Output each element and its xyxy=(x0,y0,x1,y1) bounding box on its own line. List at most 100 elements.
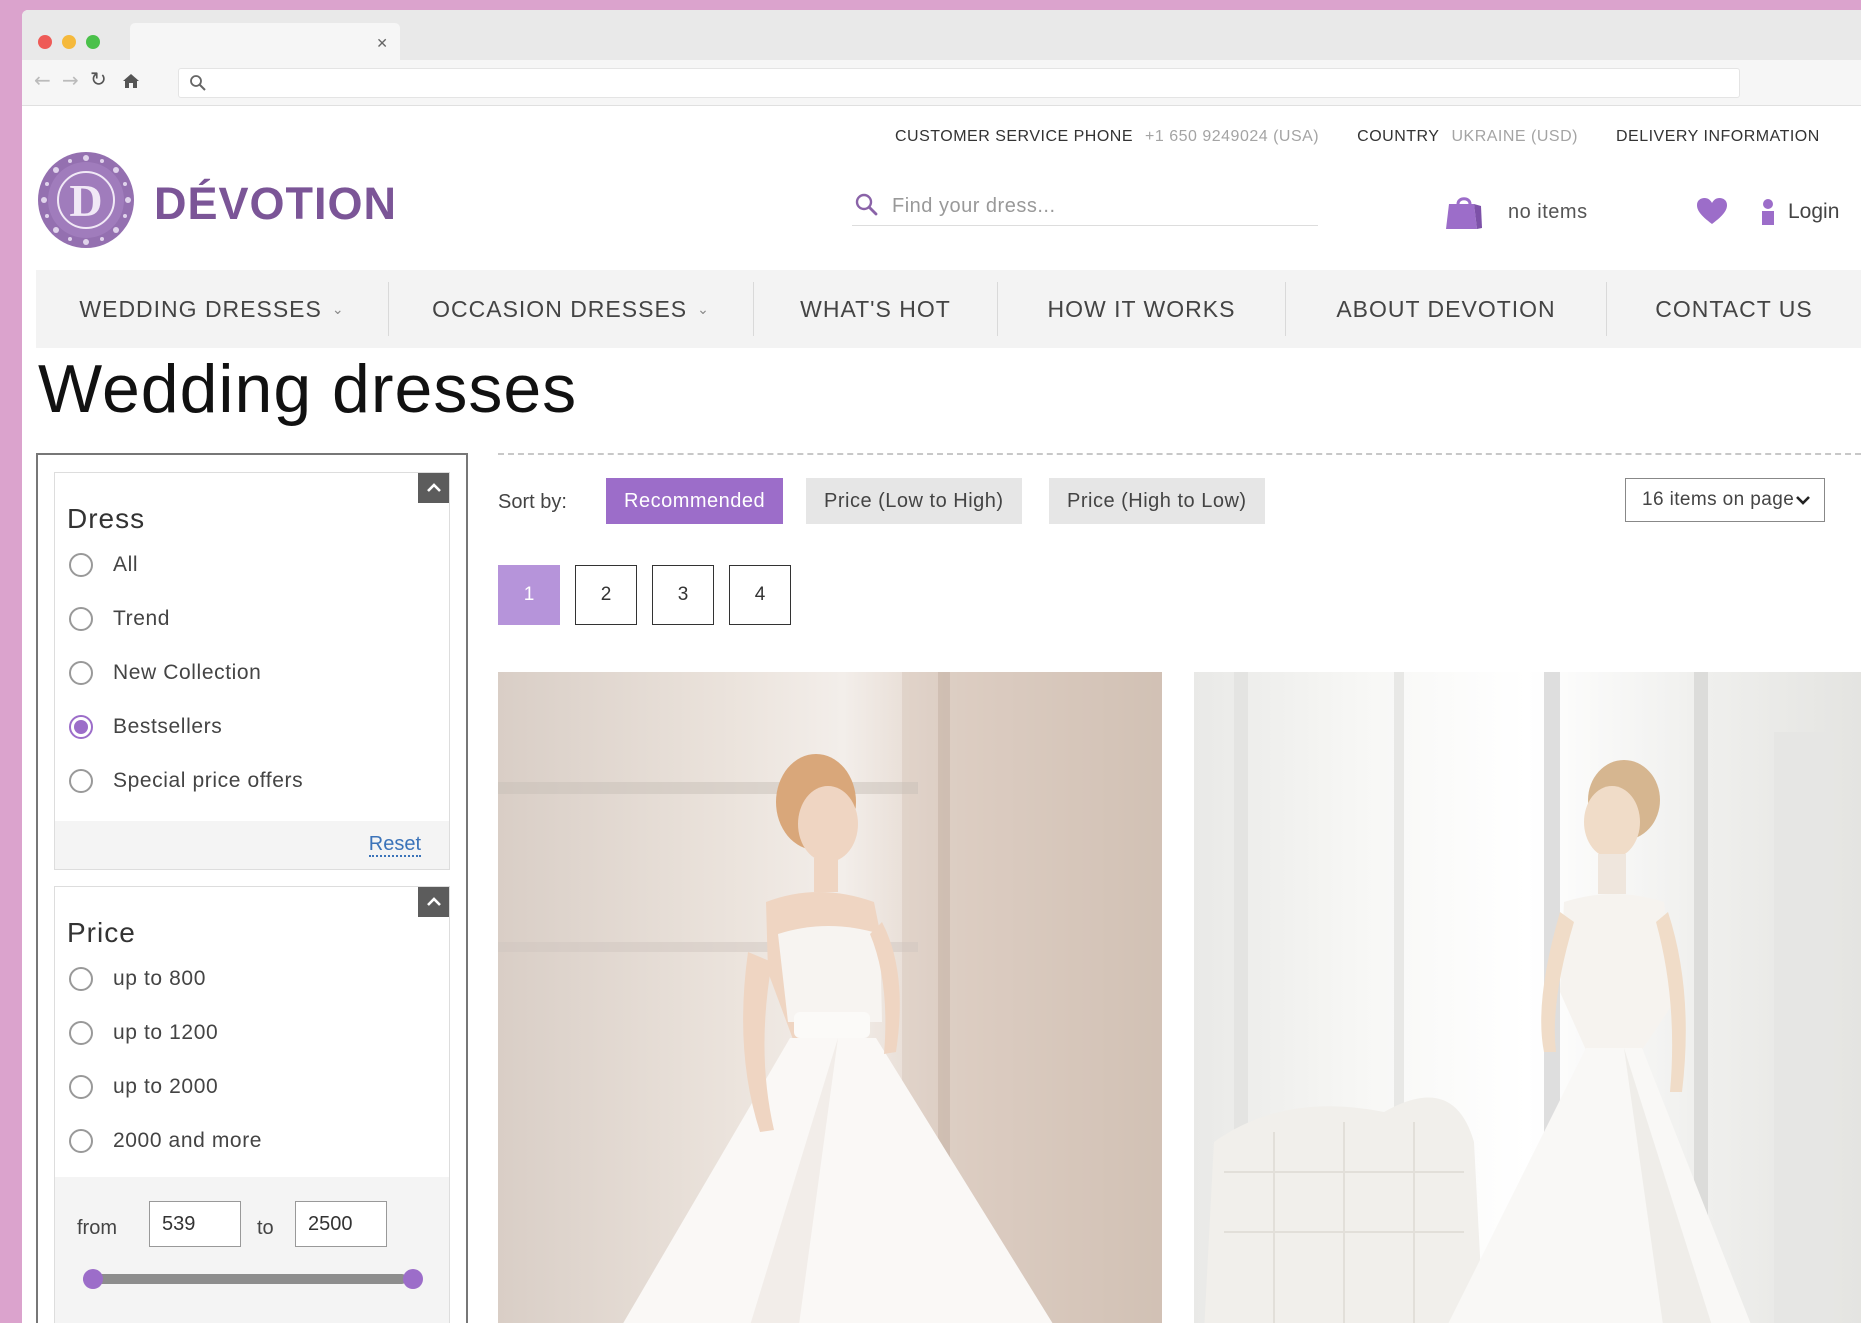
dress-filter: Dress All Trend New Collection Bestselle… xyxy=(54,472,450,870)
collapse-dress-button[interactable] xyxy=(418,473,449,503)
shopping-bag-icon xyxy=(1446,197,1482,229)
from-label: from xyxy=(77,1217,117,1239)
cart[interactable]: no items xyxy=(1444,190,1588,234)
home-icon[interactable] xyxy=(122,72,140,93)
product-image xyxy=(1204,672,1834,1323)
nav-whats-hot[interactable]: WHAT'S HOT xyxy=(754,270,997,348)
devotion-logo[interactable]: D xyxy=(34,148,138,252)
radio-button-selected[interactable] xyxy=(69,715,93,739)
heart-icon[interactable] xyxy=(1696,197,1728,225)
maximize-window-button[interactable] xyxy=(86,35,100,49)
page-button[interactable]: 4 xyxy=(729,565,791,625)
sort-label: Sort by: xyxy=(498,491,567,513)
option-label: 2000 and more xyxy=(113,1129,263,1152)
phone-label: CUSTOMER SERVICE PHONE xyxy=(895,128,1134,145)
browser-titlebar: ✕ xyxy=(22,10,1861,60)
address-bar[interactable] xyxy=(178,68,1740,98)
price-option-800[interactable]: up to 800 xyxy=(69,967,206,991)
login-link[interactable]: Login xyxy=(1760,198,1839,226)
items-per-page-value: 16 items on page xyxy=(1642,489,1795,510)
phone-value[interactable]: +1 650 9249024 (USA) xyxy=(1145,128,1319,145)
minimize-window-button[interactable] xyxy=(62,35,76,49)
nav-label: HOW IT WORKS xyxy=(1047,295,1236,322)
items-per-page-select[interactable]: 16 items on page xyxy=(1625,478,1825,522)
nav-contact-us[interactable]: CONTACT US xyxy=(1607,270,1861,348)
price-option-2000-more[interactable]: 2000 and more xyxy=(69,1129,262,1153)
sort-price-low-high-button[interactable]: Price (Low to High) xyxy=(806,478,1022,524)
search-input[interactable] xyxy=(892,192,1312,220)
login-label: Login xyxy=(1788,200,1840,223)
price-slider-track[interactable] xyxy=(83,1274,407,1284)
svg-text:D: D xyxy=(69,175,102,226)
browser-tab[interactable]: ✕ xyxy=(130,23,400,60)
radio-button[interactable] xyxy=(69,1129,93,1153)
filter-sidebar: Dress All Trend New Collection Bestselle… xyxy=(36,453,468,1323)
price-option-2000[interactable]: up to 2000 xyxy=(69,1075,218,1099)
dress-option-bestsellers[interactable]: Bestsellers xyxy=(69,715,222,739)
radio-button[interactable] xyxy=(69,1021,93,1045)
forward-arrow-icon[interactable]: → xyxy=(62,70,79,90)
close-icon[interactable]: ✕ xyxy=(376,37,388,51)
price-slider-min-handle[interactable] xyxy=(83,1269,103,1289)
chevron-down-icon: ⌄ xyxy=(331,300,345,317)
close-window-button[interactable] xyxy=(38,35,52,49)
chevron-down-icon xyxy=(1796,496,1810,505)
radio-button[interactable] xyxy=(69,661,93,685)
option-label: up to 800 xyxy=(113,967,206,990)
main-nav: WEDDING DRESSES ⌄ OCCASION DRESSES ⌄ WHAT'… xyxy=(36,270,1861,348)
price-to-input[interactable] xyxy=(295,1201,387,1247)
radio-button[interactable] xyxy=(69,607,93,631)
reload-icon[interactable]: ↻ xyxy=(90,69,107,89)
chevron-down-icon: ⌄ xyxy=(697,300,710,317)
dress-option-trend[interactable]: Trend xyxy=(69,607,170,631)
option-label: Special price offers xyxy=(113,769,304,792)
to-label: to xyxy=(257,1217,274,1239)
nav-occasion-dresses[interactable]: OCCASION DRESSES ⌄ xyxy=(389,270,753,348)
price-from-input[interactable] xyxy=(149,1201,241,1247)
reset-link[interactable]: Reset xyxy=(368,833,421,857)
top-info-bar: CUSTOMER SERVICE PHONE +1 650 9249024 (US… xyxy=(895,128,1820,146)
back-arrow-icon[interactable]: ← xyxy=(34,70,51,90)
price-slider-max-handle[interactable] xyxy=(403,1269,423,1289)
sort-price-high-low-button[interactable]: Price (High to Low) xyxy=(1049,478,1265,524)
option-label: up to 1200 xyxy=(113,1021,219,1044)
option-label: Trend xyxy=(113,607,171,630)
chevron-up-icon xyxy=(426,483,441,492)
radio-button[interactable] xyxy=(69,1075,93,1099)
country-value[interactable]: UKRAINE (USD) xyxy=(1451,128,1578,145)
price-option-1200[interactable]: up to 1200 xyxy=(69,1021,218,1045)
option-label: All xyxy=(113,553,139,576)
delivery-info-link[interactable]: DELIVERY INFORMATION xyxy=(1616,128,1820,145)
country-label: COUNTRY xyxy=(1357,128,1440,145)
nav-about-devotion[interactable]: ABOUT DEVOTION xyxy=(1286,270,1606,348)
site-search xyxy=(852,190,1318,226)
product-card[interactable] xyxy=(1194,672,1861,1323)
browser-toolbar: ← → ↻ xyxy=(22,60,1861,106)
brand-name[interactable]: DÉVOTION xyxy=(154,178,397,230)
product-card[interactable] xyxy=(498,672,1162,1323)
reset-bar: Reset xyxy=(55,821,449,869)
nav-label: ABOUT DEVOTION xyxy=(1336,295,1556,322)
collapse-price-button[interactable] xyxy=(418,887,449,917)
nav-label: WEDDING DRESSES xyxy=(79,295,322,322)
search-icon[interactable] xyxy=(854,192,880,218)
nav-label: WHAT'S HOT xyxy=(800,295,951,322)
price-range: from to xyxy=(55,1177,449,1323)
radio-button[interactable] xyxy=(69,967,93,991)
page-button[interactable]: 1 xyxy=(498,565,560,625)
sort-recommended-button[interactable]: Recommended xyxy=(606,478,784,524)
page-button[interactable]: 2 xyxy=(575,565,637,625)
radio-button[interactable] xyxy=(69,553,93,577)
page-title: Wedding dresses xyxy=(38,351,578,427)
radio-button[interactable] xyxy=(69,769,93,793)
content-divider xyxy=(498,453,1861,455)
nav-how-it-works[interactable]: HOW IT WORKS xyxy=(998,270,1285,348)
dress-filter-title: Dress xyxy=(67,503,146,534)
page-button[interactable]: 3 xyxy=(652,565,714,625)
dress-option-new-collection[interactable]: New Collection xyxy=(69,661,261,685)
search-icon xyxy=(190,75,206,91)
nav-wedding-dresses[interactable]: WEDDING DRESSES ⌄ xyxy=(36,270,388,348)
user-icon xyxy=(1762,199,1774,225)
dress-option-all[interactable]: All xyxy=(69,553,138,577)
dress-option-special-price[interactable]: Special price offers xyxy=(69,769,303,793)
